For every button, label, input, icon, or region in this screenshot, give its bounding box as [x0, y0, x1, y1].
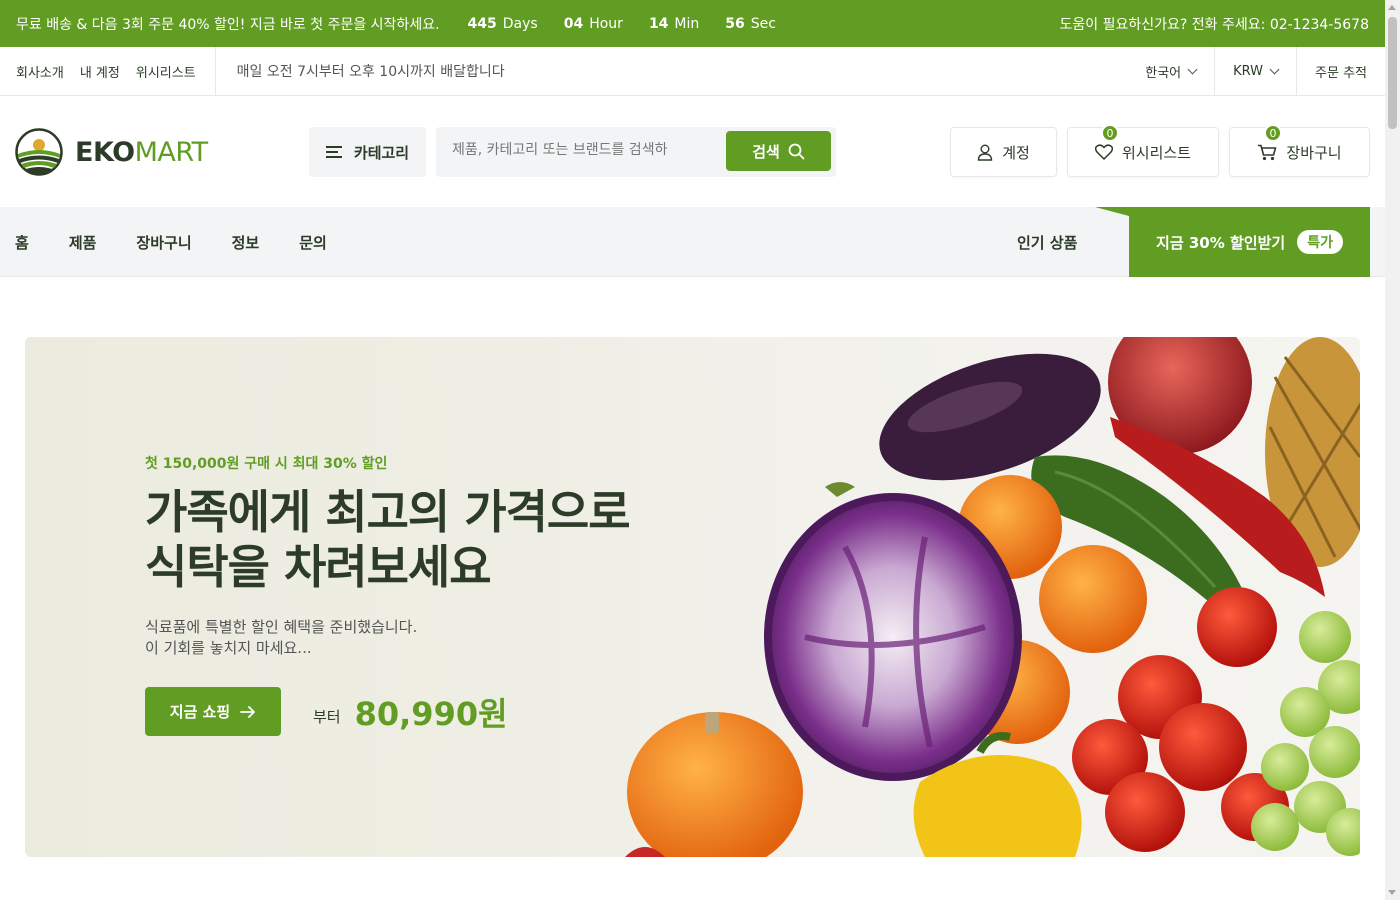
- nav-menu: 홈 제품 장바구니 정보 문의: [15, 207, 367, 277]
- hero-actions: 지금 쇼핑 부터 80,990원: [145, 687, 630, 736]
- countdown-hours: 04 Hour: [563, 15, 623, 32]
- nav-item-info[interactable]: 정보: [232, 232, 260, 253]
- countdown-timer: 445 Days 04 Hour 14 Min 56 Sec: [468, 16, 776, 32]
- main-nav: 홈 제품 장바구니 정보 문의 인기 상품 지금 30% 할인받기 특가: [0, 207, 1385, 277]
- hero-description-line-1: 식료품에 특별한 할인 혜택을 준비했습니다.: [145, 618, 418, 636]
- chevron-down-icon: [1269, 64, 1280, 74]
- cart-label: 장바구니: [1286, 143, 1342, 162]
- wishlist-link[interactable]: 위시리스트: [136, 62, 196, 81]
- track-order-label: 주문 추적: [1315, 65, 1367, 81]
- trending-products-link[interactable]: 인기 상품: [1017, 232, 1077, 253]
- hero-banner: 첫 150,000원 구매 시 최대 30% 할인 가족에게 최고의 가격으로 …: [25, 337, 1360, 857]
- category-label: 카테고리: [353, 143, 410, 162]
- countdown-seconds: 56 Sec: [725, 15, 776, 32]
- locale-controls: 한국어 KRW 주문 추적: [1127, 47, 1385, 95]
- currency-value: KRW: [1233, 63, 1264, 79]
- logo[interactable]: EKOMART: [15, 128, 208, 176]
- wishlist-label: 위시리스트: [1121, 143, 1191, 162]
- about-link[interactable]: 회사소개: [16, 62, 64, 81]
- hero-description: 식료품에 특별한 할인 혜택을 준비했습니다. 이 기회를 놓치지 마세요...: [145, 617, 630, 659]
- cart-count-badge: 0: [1264, 124, 1282, 142]
- promo-text: 무료 배송 & 다음 3회 주문 40% 할인! 지금 바로 첫 주문을 시작하…: [16, 16, 440, 33]
- logo-wordmark: EKOMART: [75, 136, 208, 168]
- shop-now-button[interactable]: 지금 쇼핑: [145, 687, 281, 736]
- help-phone-text: 도움이 필요하신가요? 전화 주세요: 02-1234-5678: [1059, 16, 1369, 33]
- page-scrollbar[interactable]: [1385, 0, 1400, 900]
- search-button-label: 검색: [752, 142, 780, 161]
- my-account-link[interactable]: 내 계정: [80, 62, 120, 81]
- language-dropdown[interactable]: 한국어: [1127, 47, 1214, 95]
- hero-price: 80,990원: [354, 694, 508, 733]
- utility-links: 회사소개 내 계정 위시리스트: [0, 47, 216, 95]
- price-from-label: 부터: [313, 708, 341, 726]
- hero-title-line-1: 가족에게 최고의 가격으로: [145, 485, 631, 539]
- category-button[interactable]: 카테고리: [309, 127, 426, 177]
- nav-item-products[interactable]: 제품: [69, 232, 97, 253]
- nav-item-home[interactable]: 홈: [15, 232, 29, 253]
- language-value: 한국어: [1145, 65, 1182, 81]
- currency-dropdown[interactable]: KRW: [1214, 47, 1296, 95]
- hero-title: 가족에게 최고의 가격으로 식탁을 차려보세요: [145, 485, 631, 595]
- hero-copy: 첫 150,000원 구매 시 최대 30% 할인 가족에게 최고의 가격으로 …: [145, 453, 631, 736]
- top-promo-bar: 무료 배송 & 다음 3회 주문 40% 할인! 지금 바로 첫 주문을 시작하…: [0, 0, 1385, 47]
- menu-icon: [325, 146, 342, 158]
- nav-item-cart[interactable]: 장바구니: [136, 232, 191, 253]
- scrollbar-thumb[interactable]: [1388, 17, 1397, 129]
- hero-description-line-2: 이 기회를 놓치지 마세요...: [145, 639, 312, 657]
- delivery-hours-note: 매일 오전 7시부터 오후 10시까지 배달합니다: [236, 64, 505, 80]
- user-icon: [977, 144, 993, 161]
- cart-icon: [1258, 144, 1277, 160]
- deal-corner-decoration: [1095, 207, 1129, 216]
- cart-button[interactable]: 0 장바구니: [1229, 124, 1370, 177]
- nav-item-contact[interactable]: 문의: [299, 232, 327, 253]
- account-label: 계정: [1002, 143, 1030, 162]
- main-header: EKOMART 카테고리 검색 계정 0 위시리스트 0: [0, 96, 1385, 207]
- wishlist-button[interactable]: 0 위시리스트: [1067, 124, 1219, 177]
- scroll-up-icon[interactable]: [1388, 5, 1396, 10]
- discount-deal-button[interactable]: 지금 30% 할인받기 특가: [1129, 207, 1370, 277]
- search-icon: [788, 143, 805, 159]
- search-button[interactable]: 검색: [726, 131, 831, 171]
- hero-title-line-2: 식탁을 차려보세요: [145, 540, 492, 594]
- countdown-days: 445 Days: [467, 15, 538, 32]
- countdown-minutes: 14 Min: [648, 15, 700, 32]
- wishlist-count-badge: 0: [1101, 124, 1119, 142]
- logo-farm-icon: [15, 128, 63, 176]
- heart-icon: [1094, 144, 1113, 160]
- track-order-link[interactable]: 주문 추적: [1296, 47, 1385, 95]
- chevron-down-icon: [1187, 64, 1198, 74]
- shop-now-label: 지금 쇼핑: [169, 703, 231, 721]
- deal-label: 지금 30% 할인받기: [1156, 233, 1286, 252]
- search-bar: 검색: [436, 127, 836, 177]
- hero-subtitle: 첫 150,000원 구매 시 최대 30% 할인: [145, 456, 388, 472]
- scroll-down-icon[interactable]: [1388, 890, 1396, 895]
- secondary-bar: 회사소개 내 계정 위시리스트 매일 오전 7시부터 오후 10시까지 배달합니…: [0, 47, 1385, 96]
- arrow-right-icon: [240, 705, 256, 718]
- account-button[interactable]: 계정: [950, 127, 1057, 177]
- deal-badge: 특가: [1297, 230, 1343, 254]
- search-input[interactable]: [452, 142, 722, 158]
